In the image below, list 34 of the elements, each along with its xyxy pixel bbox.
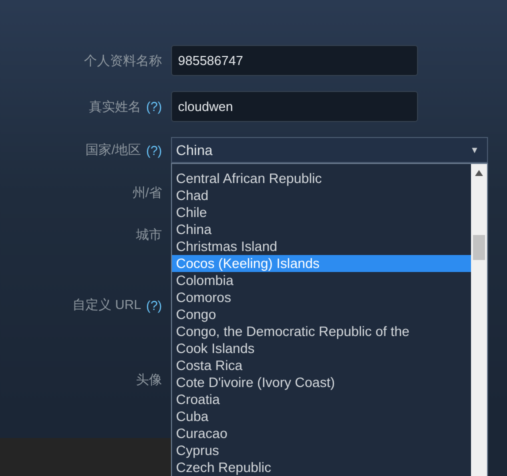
dropdown-option[interactable]: Colombia	[172, 272, 471, 289]
field-label: 州/省	[132, 184, 162, 202]
dropdown-option[interactable]: Croatia	[172, 391, 471, 408]
dropdown-option[interactable]: Chad	[172, 187, 471, 204]
scroll-up-icon[interactable]	[475, 170, 483, 176]
help-link[interactable]: (?)	[146, 99, 162, 114]
text-field[interactable]: 985586747	[171, 45, 418, 76]
field-label: 自定义 URL	[72, 296, 142, 314]
dropdown-option[interactable]: Central African Republic	[172, 170, 471, 187]
text-field[interactable]: cloudwen	[171, 91, 418, 122]
dropdown-option[interactable]: Comoros	[172, 289, 471, 306]
country-select[interactable]: China ▼	[171, 137, 488, 163]
dropdown-option[interactable]: Czech Republic	[172, 459, 471, 476]
dropdown-option[interactable]: Chile	[172, 204, 471, 221]
help-link[interactable]: (?)	[146, 142, 162, 158]
field-label: 国家/地区	[85, 141, 142, 159]
dropdown-option[interactable]: Cote D'ivoire (Ivory Coast)	[172, 374, 471, 391]
dropdown-option[interactable]: Congo, the Democratic Republic of the	[172, 323, 471, 340]
help-link[interactable]: (?)	[146, 298, 162, 312]
dropdown-option[interactable]: Cook Islands	[172, 340, 471, 357]
dropdown-option[interactable]: Cyprus	[172, 442, 471, 459]
dropdown-option[interactable]: Curacao	[172, 425, 471, 442]
scrollbar[interactable]	[471, 164, 487, 476]
dropdown-option[interactable]: Christmas Island	[172, 238, 471, 255]
dropdown-option[interactable]: Costa Rica	[172, 357, 471, 374]
dropdown-arrow-icon: ▼	[470, 145, 479, 155]
dropdown-option[interactable]: Cuba	[172, 408, 471, 425]
field-label: 个人资料名称	[84, 52, 162, 70]
dropdown-option[interactable]: Congo	[172, 306, 471, 323]
field-label: 真实姓名	[89, 98, 142, 116]
field-label: 头像	[136, 371, 162, 389]
scrollbar-thumb[interactable]	[473, 235, 485, 260]
dropdown-option[interactable]: China	[172, 221, 471, 238]
field-label: 城市	[136, 226, 162, 244]
